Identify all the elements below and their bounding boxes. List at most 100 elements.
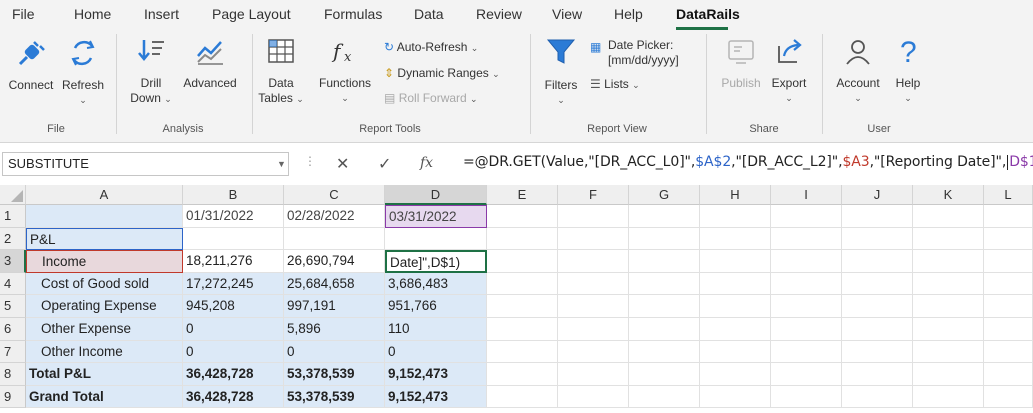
empty-cell[interactable] <box>487 340 558 364</box>
row-header-2[interactable]: 2 <box>0 227 26 251</box>
empty-cell[interactable] <box>558 340 629 364</box>
empty-cell[interactable] <box>913 340 984 364</box>
empty-cell[interactable] <box>984 250 1033 273</box>
row-header-4[interactable]: 4 <box>0 272 26 296</box>
empty-cell[interactable] <box>558 385 629 409</box>
cell-d2[interactable] <box>385 227 487 251</box>
publish-button[interactable]: Publish <box>716 36 766 91</box>
empty-cell[interactable] <box>700 205 771 228</box>
account-button[interactable]: Account ⌄ <box>830 36 886 106</box>
empty-cell[interactable] <box>771 227 842 251</box>
empty-cell[interactable] <box>558 205 629 228</box>
insert-function-icon[interactable]: fx <box>420 155 433 171</box>
row-header-9[interactable]: 9 <box>0 385 26 409</box>
cell-b2[interactable] <box>183 227 284 251</box>
empty-cell[interactable] <box>558 318 629 341</box>
cell-d6[interactable]: 110 <box>385 318 487 341</box>
column-header-j[interactable]: J <box>842 185 913 205</box>
empty-cell[interactable] <box>700 340 771 364</box>
empty-cell[interactable] <box>771 272 842 296</box>
cell-c2[interactable] <box>284 227 385 251</box>
empty-cell[interactable] <box>558 363 629 386</box>
help-button[interactable]: ? Help ⌄ <box>888 36 928 106</box>
refresh-button[interactable]: Refresh ⌄ <box>60 36 106 108</box>
empty-cell[interactable] <box>984 385 1033 409</box>
empty-cell[interactable] <box>984 363 1033 386</box>
menu-help[interactable]: Help <box>614 6 643 22</box>
menu-page-layout[interactable]: Page Layout <box>212 6 291 22</box>
empty-cell[interactable] <box>913 363 984 386</box>
menu-formulas[interactable]: Formulas <box>324 6 382 22</box>
row-header-6[interactable]: 6 <box>0 318 26 341</box>
empty-cell[interactable] <box>842 227 913 251</box>
cell-b6[interactable]: 0 <box>183 318 284 341</box>
cell-c5[interactable]: 997,191 <box>284 295 385 318</box>
functions-button[interactable]: f x Functions ⌄ <box>312 36 378 106</box>
empty-cell[interactable] <box>700 385 771 409</box>
cell-a5[interactable]: Operating Expense <box>26 295 183 318</box>
empty-cell[interactable] <box>842 340 913 364</box>
empty-cell[interactable] <box>487 272 558 296</box>
empty-cell[interactable] <box>629 385 700 409</box>
cell-a3[interactable]: Income <box>26 250 183 273</box>
empty-cell[interactable] <box>984 227 1033 251</box>
cell-d9[interactable]: 9,152,473 <box>385 385 487 409</box>
cell-a1[interactable] <box>26 205 183 228</box>
column-header-g[interactable]: G <box>629 185 700 205</box>
menu-view[interactable]: View <box>552 6 582 22</box>
empty-cell[interactable] <box>913 318 984 341</box>
empty-cell[interactable] <box>700 295 771 318</box>
menu-data[interactable]: Data <box>414 6 444 22</box>
empty-cell[interactable] <box>700 318 771 341</box>
empty-cell[interactable] <box>629 295 700 318</box>
cell-b1[interactable]: 01/31/2022 <box>183 205 284 228</box>
empty-cell[interactable] <box>700 363 771 386</box>
row-header-3[interactable]: 3 <box>0 250 26 273</box>
cell-b8[interactable]: 36,428,728 <box>183 363 284 386</box>
empty-cell[interactable] <box>700 272 771 296</box>
empty-cell[interactable] <box>487 295 558 318</box>
cell-c9[interactable]: 53,378,539 <box>284 385 385 409</box>
cell-b4[interactable]: 17,272,245 <box>183 272 284 296</box>
cancel-icon[interactable]: ✕ <box>336 154 349 174</box>
empty-cell[interactable] <box>771 363 842 386</box>
empty-cell[interactable] <box>771 205 842 228</box>
cell-d7[interactable]: 0 <box>385 340 487 364</box>
empty-cell[interactable] <box>629 227 700 251</box>
empty-cell[interactable] <box>558 272 629 296</box>
export-button[interactable]: Export ⌄ <box>766 36 812 106</box>
empty-cell[interactable] <box>842 295 913 318</box>
column-header-e[interactable]: E <box>487 185 558 205</box>
empty-cell[interactable] <box>629 272 700 296</box>
empty-cell[interactable] <box>487 385 558 409</box>
formula-input[interactable]: =@DR.GET(Value,"[DR_ACC_L0]",$A$2,"[DR_A… <box>463 154 1033 170</box>
cell-a4[interactable]: Cost of Good sold <box>26 272 183 296</box>
cell-d4[interactable]: 3,686,483 <box>385 272 487 296</box>
empty-cell[interactable] <box>558 227 629 251</box>
column-header-h[interactable]: H <box>700 185 771 205</box>
row-header-5[interactable]: 5 <box>0 295 26 318</box>
column-header-k[interactable]: K <box>913 185 984 205</box>
roll-forward-button[interactable]: ▤ Roll Forward ⌄ <box>384 91 478 107</box>
lists-button[interactable]: ☰ Lists ⌄ <box>590 77 640 93</box>
empty-cell[interactable] <box>984 272 1033 296</box>
connect-button[interactable]: Connect <box>6 36 56 93</box>
cell-d1[interactable]: 03/31/2022 <box>385 205 487 228</box>
advanced-button[interactable]: Advanced <box>178 36 242 91</box>
menu-home[interactable]: Home <box>74 6 111 22</box>
column-header-d[interactable]: D <box>385 185 487 205</box>
empty-cell[interactable] <box>984 295 1033 318</box>
row-header-8[interactable]: 8 <box>0 363 26 386</box>
cell-c8[interactable]: 53,378,539 <box>284 363 385 386</box>
empty-cell[interactable] <box>487 363 558 386</box>
empty-cell[interactable] <box>629 318 700 341</box>
empty-cell[interactable] <box>984 318 1033 341</box>
cell-c4[interactable]: 25,684,658 <box>284 272 385 296</box>
empty-cell[interactable] <box>629 205 700 228</box>
dynamic-ranges-button[interactable]: ⇕ Dynamic Ranges ⌄ <box>384 66 500 82</box>
cell-a8[interactable]: Total P&L <box>26 363 183 386</box>
empty-cell[interactable] <box>558 250 629 273</box>
column-header-b[interactable]: B <box>183 185 284 205</box>
empty-cell[interactable] <box>700 227 771 251</box>
empty-cell[interactable] <box>700 250 771 273</box>
